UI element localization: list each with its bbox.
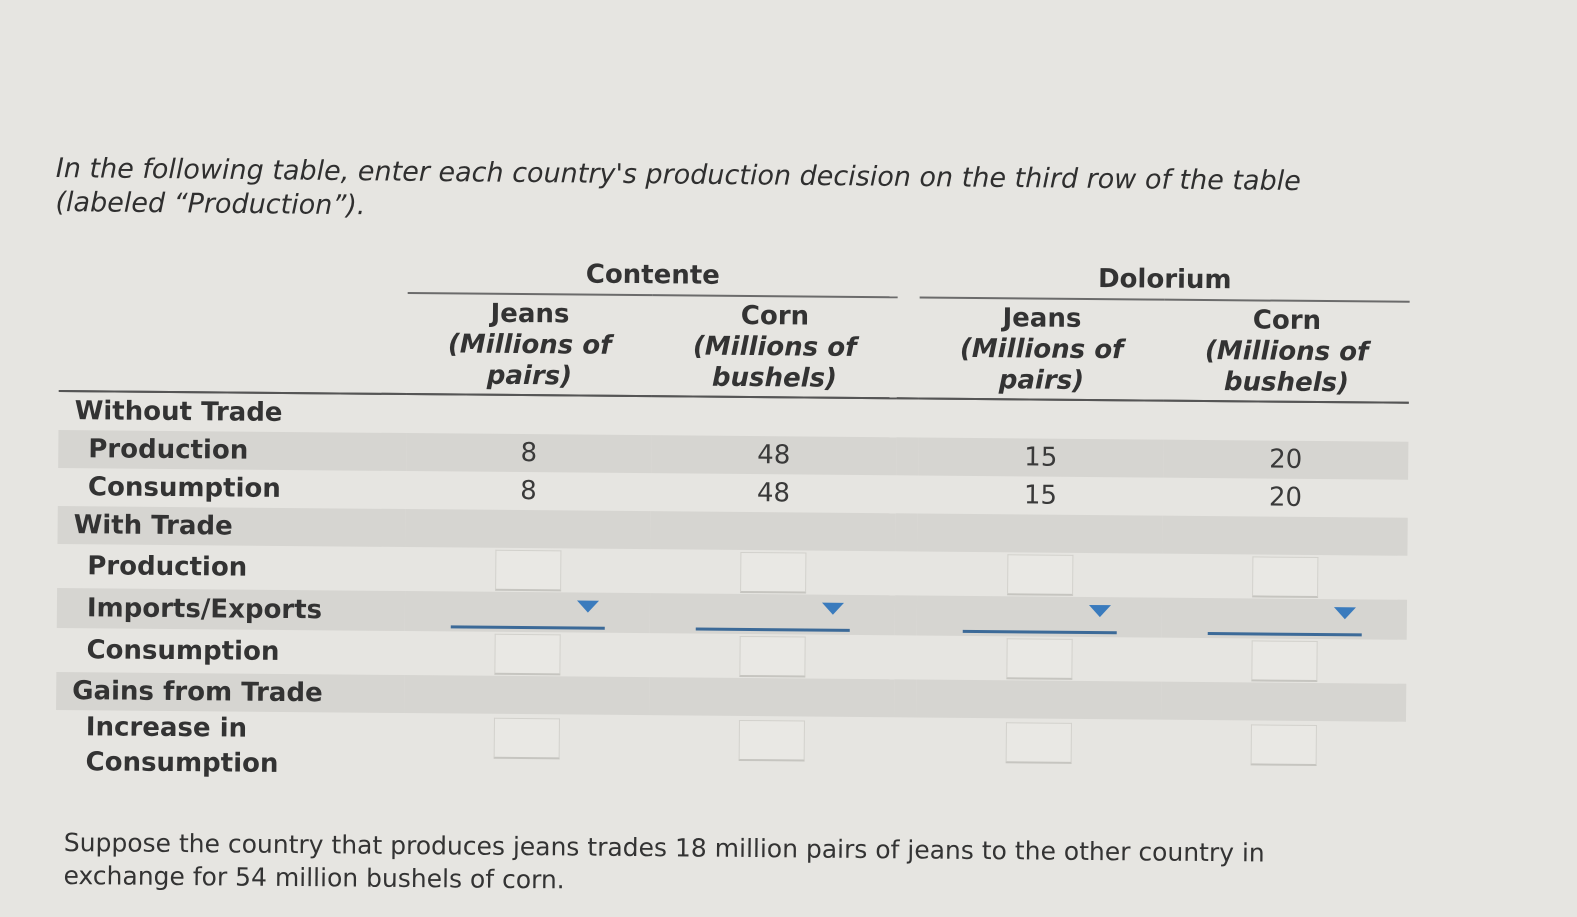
column-unit: (Millions of pairs): [959, 333, 1124, 396]
column-header-row: Jeans (Millions of pairs) Corn (Millions…: [58, 289, 1410, 403]
column-unit: (Millions of bushels): [692, 331, 857, 394]
production-input-contente-corn[interactable]: [739, 551, 806, 594]
instructions-outro: Suppose the country that produces jeans …: [63, 827, 1265, 895]
column-good: Jeans: [490, 298, 570, 330]
section-label: Gains from Trade: [56, 671, 405, 714]
instructions-intro: In the following table, enter each count…: [55, 152, 1301, 222]
value-contente-jeans: 8: [406, 433, 652, 474]
column-header-contente-jeans: Jeans (Millions of pairs): [406, 293, 653, 397]
row-label: Consumption: [87, 472, 281, 504]
column-header-dolorium-corn: Corn (Millions of bushels): [1163, 299, 1410, 403]
column-unit: (Millions of bushels): [1204, 335, 1369, 399]
row-label: Consumption: [86, 635, 280, 667]
dropdown-caret-icon: [1088, 604, 1111, 617]
consumption-input-contente-jeans[interactable]: [493, 633, 561, 675]
trade-table-container: Contente Dolorium Jeans (Millions of pai…: [55, 255, 1410, 792]
production-input-contente-jeans[interactable]: [494, 549, 561, 591]
column-header-dolorium-jeans: Jeans (Millions of pairs): [918, 297, 1165, 401]
column-good: Jeans: [1002, 303, 1082, 334]
dropdown-caret-icon: [821, 602, 844, 615]
row-label-line2: Consumption: [85, 747, 279, 779]
row-label-line1: Increase in: [85, 712, 248, 744]
increase-input-contente-corn[interactable]: [738, 719, 805, 762]
imports-exports-select-dolorium-jeans[interactable]: [962, 599, 1117, 634]
table-row-increase-in-consumption: Increase in Consumption: [55, 710, 1406, 792]
increase-input-dolorium-jeans[interactable]: [1005, 722, 1072, 764]
value-dolorium-jeans: 15: [918, 437, 1164, 478]
dropdown-caret-icon: [1333, 606, 1356, 619]
value-contente-corn: 48: [756, 478, 791, 509]
section-label: Without Trade: [74, 396, 283, 428]
column-good: Corn: [1252, 305, 1322, 337]
imports-exports-select-contente-jeans[interactable]: [450, 594, 605, 630]
value-dolorium-jeans: 15: [1023, 480, 1058, 511]
imports-exports-select-contente-corn[interactable]: [695, 597, 850, 632]
row-label: Production: [58, 429, 407, 472]
value-dolorium-corn: 20: [1163, 439, 1409, 480]
column-header-contente-corn: Corn (Millions of bushels): [651, 295, 898, 399]
trade-table: Contente Dolorium Jeans (Millions of pai…: [55, 255, 1410, 792]
section-label: With Trade: [57, 505, 406, 548]
country-header-contente: Contente: [407, 258, 898, 298]
row-label: Production: [87, 551, 248, 583]
row-label: Imports/Exports: [56, 587, 406, 632]
column-unit: (Millions of pairs): [447, 329, 612, 392]
increase-input-contente-jeans[interactable]: [493, 717, 560, 760]
consumption-input-contente-corn[interactable]: [738, 635, 806, 678]
production-input-dolorium-jeans[interactable]: [1006, 553, 1073, 596]
dropdown-caret-icon: [576, 600, 599, 613]
consumption-input-dolorium-jeans[interactable]: [1005, 637, 1073, 680]
consumption-input-dolorium-corn[interactable]: [1250, 639, 1318, 682]
production-input-dolorium-corn[interactable]: [1251, 555, 1318, 598]
row-label: Increase in Consumption: [55, 710, 404, 783]
value-contente-jeans: 8: [520, 476, 537, 507]
value-dolorium-corn: 20: [1268, 482, 1303, 513]
country-header-dolorium: Dolorium: [919, 262, 1410, 302]
column-good: Corn: [740, 300, 810, 332]
value-contente-corn: 48: [651, 435, 897, 476]
imports-exports-select-dolorium-corn[interactable]: [1207, 601, 1362, 636]
increase-input-dolorium-corn[interactable]: [1250, 724, 1317, 766]
